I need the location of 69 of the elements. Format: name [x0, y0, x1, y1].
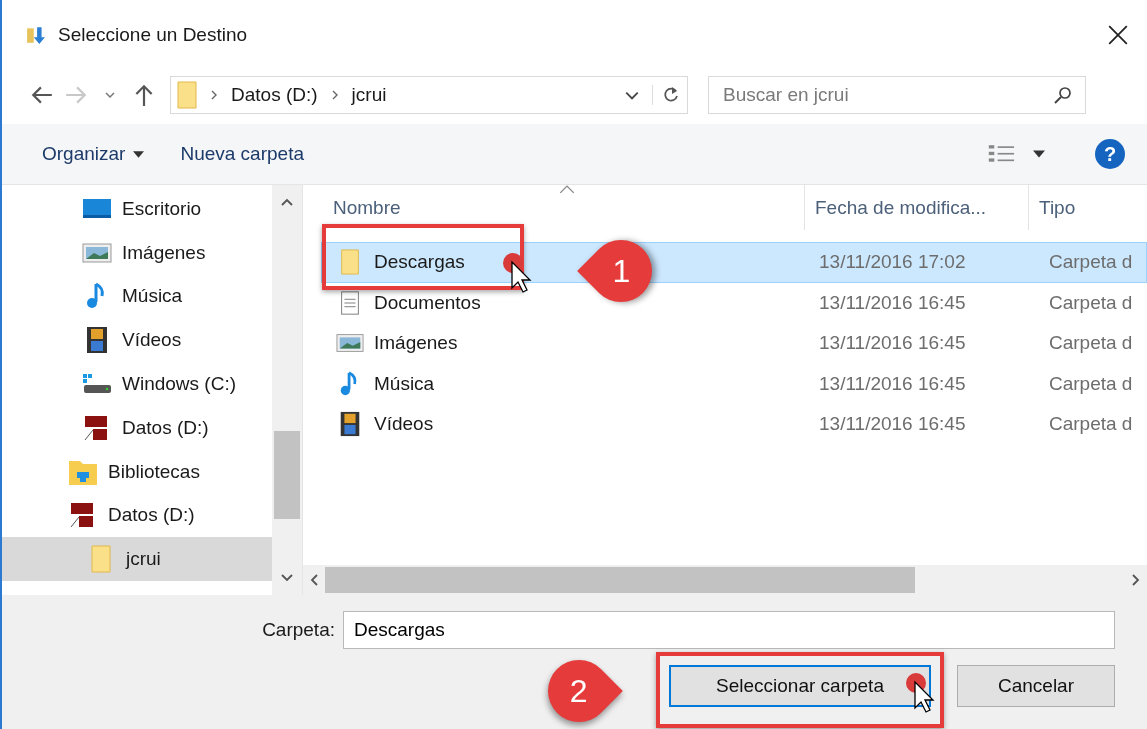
date-cell-text: 13/11/2016 16:45: [818, 291, 967, 314]
type-cell-text: Carpeta d: [1048, 332, 1134, 355]
file-name[interactable]: Vídeos: [374, 413, 434, 436]
tree-item[interactable]: Bibliotecas: [2, 449, 272, 494]
tree-item[interactable]: Windows (C:): [2, 362, 272, 406]
tree-item[interactable]: Escritorio: [2, 187, 272, 231]
tree-item[interactable]: Imágenes: [2, 230, 272, 275]
caret-icon[interactable]: [1033, 150, 1045, 158]
chevron-icon: [209, 89, 219, 101]
tree-item[interactable]: Datos (D:): [2, 493, 272, 538]
cursor-icon: [905, 672, 935, 714]
tree-item-label: jcrui: [126, 548, 161, 571]
tree-item-label: Música: [122, 285, 183, 308]
folder-input[interactable]: Descargas: [343, 611, 1115, 649]
file-name[interactable]: Música: [374, 372, 435, 395]
sort-caret-icon: [559, 185, 575, 194]
new-folder-button[interactable]: Nueva carpeta: [170, 137, 314, 171]
column-header[interactable]: Fecha de modifica...: [805, 185, 1029, 230]
help-button[interactable]: ?: [1095, 139, 1125, 169]
date-cell-text: 13/11/2016 17:02: [818, 251, 967, 274]
column-header[interactable]: Nombre: [303, 185, 805, 230]
breadcrumb[interactable]: Datos (D:): [231, 84, 318, 106]
file-name[interactable]: Imágenes: [374, 332, 458, 355]
scrollbar-thumb[interactable]: [325, 567, 915, 593]
tree-item-label: Datos (D:): [108, 504, 195, 527]
close-icon[interactable]: [1107, 24, 1129, 46]
column-header[interactable]: Tipo: [1029, 185, 1147, 230]
organize-button[interactable]: Organizar: [32, 137, 155, 171]
caret-icon: [133, 150, 145, 158]
tree-item-label: Vídeos: [122, 329, 182, 352]
tree-item-label: Escritorio: [122, 197, 202, 220]
type-cell-text: Carpeta d: [1048, 291, 1134, 314]
file-name[interactable]: Descargas: [374, 251, 465, 274]
file-name[interactable]: Documentos: [374, 291, 481, 314]
tree-item[interactable]: Vídeos: [2, 318, 272, 363]
view-options-icon[interactable]: [987, 143, 1017, 165]
tree-item[interactable]: Datos (D:): [2, 406, 272, 450]
folder-download-icon: [26, 25, 46, 45]
scroll-up-icon[interactable]: [280, 197, 294, 207]
breadcrumb[interactable]: jcrui: [351, 84, 387, 106]
folder-icon: [177, 81, 197, 109]
type-cell-text: Carpeta d: [1048, 372, 1134, 395]
scroll-down-icon[interactable]: [280, 573, 294, 583]
search-icon: [1053, 85, 1073, 105]
cursor-icon: [502, 252, 532, 294]
scroll-right-icon[interactable]: [1131, 573, 1141, 587]
vertical-scrollbar[interactable]: [272, 185, 302, 595]
cancel-button[interactable]: Cancelar: [957, 665, 1115, 707]
tree-item-label: Imágenes: [122, 241, 206, 264]
tree-item-label: Datos (D:): [122, 416, 209, 439]
date-cell-text: 13/11/2016 16:45: [818, 332, 967, 355]
search-box[interactable]: Buscar en jcrui: [708, 76, 1086, 114]
tree-item-label: Bibliotecas: [108, 460, 200, 483]
tree-item[interactable]: jcrui: [2, 537, 272, 582]
refresh-icon[interactable]: [652, 85, 681, 105]
type-cell-text: Carpeta d: [1048, 413, 1134, 436]
window-title: Seleccione un Destino: [58, 24, 249, 46]
search-input[interactable]: Buscar en jcrui: [721, 83, 1053, 107]
tree-item[interactable]: Música: [2, 274, 272, 319]
type-cell-text: Carpeta d: [1048, 251, 1134, 274]
tree-item-label: Windows (C:): [122, 373, 236, 396]
folder-label: Carpeta:: [262, 619, 335, 641]
date-cell-text: 13/11/2016 16:45: [818, 413, 967, 436]
scrollbar-thumb[interactable]: [274, 431, 300, 519]
horizontal-scrollbar[interactable]: [303, 565, 1147, 595]
address-bar[interactable]: Datos (D:) jcrui: [170, 76, 688, 114]
date-cell-text: 13/11/2016 16:45: [818, 372, 967, 395]
select-folder-button[interactable]: Seleccionar carpeta: [669, 665, 931, 707]
scroll-left-icon[interactable]: [309, 573, 319, 587]
